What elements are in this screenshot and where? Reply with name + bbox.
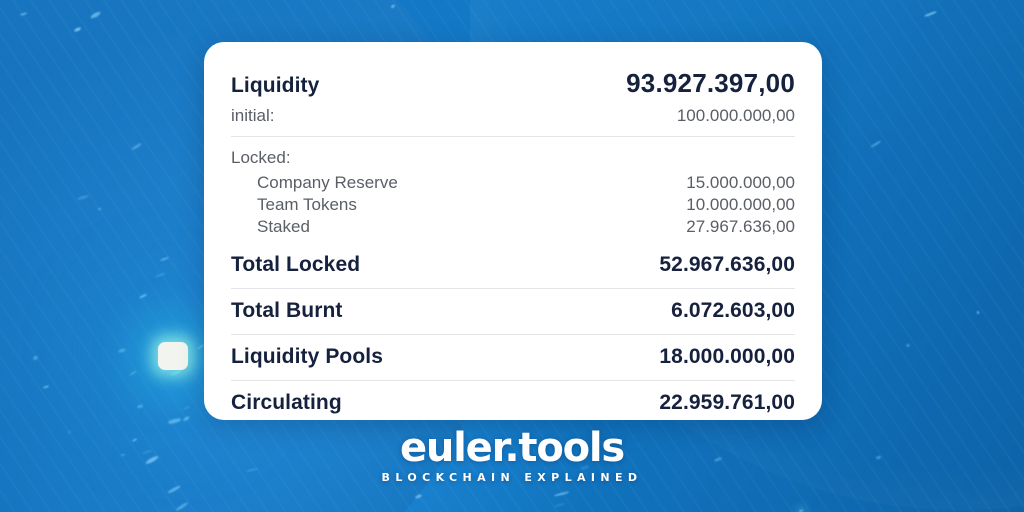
liquidity-row: Liquidity 93.927.397,00 xyxy=(231,68,795,99)
initial-label: initial: xyxy=(231,106,275,125)
initial-value: 100.000.000,00 xyxy=(676,106,795,125)
locked-item-team-tokens: Team Tokens 10.000.000,00 xyxy=(231,195,795,215)
locked-item-label: Company Reserve xyxy=(257,173,398,192)
background-glow-cube xyxy=(158,342,188,370)
brand-logo: euler.tools BLOCKCHAIN EXPLAINED xyxy=(0,428,1024,484)
total-burnt-label: Total Burnt xyxy=(231,299,343,322)
locked-item-value: 10.000.000,00 xyxy=(686,195,795,214)
circulating-label: Circulating xyxy=(231,391,342,414)
locked-item-label: Staked xyxy=(257,217,310,236)
total-locked-value: 52.967.636,00 xyxy=(659,253,795,276)
initial-row: initial: 100.000.000,00 xyxy=(231,106,795,126)
locked-section: Locked: Company Reserve 15.000.000,00 Te… xyxy=(231,137,795,243)
locked-item-label: Team Tokens xyxy=(257,195,357,214)
locked-item-value: 27.967.636,00 xyxy=(686,217,795,236)
locked-title: Locked: xyxy=(231,148,291,167)
liquidity-label: Liquidity xyxy=(231,74,320,97)
liquidity-pools-row: Liquidity Pools 18.000.000,00 xyxy=(231,335,795,380)
circulating-row: Circulating 22.959.761,00 xyxy=(231,381,795,426)
total-locked-row: Total Locked 52.967.636,00 xyxy=(231,243,795,288)
liquidity-pools-value: 18.000.000,00 xyxy=(659,345,795,368)
token-metrics-card: Liquidity 93.927.397,00 initial: 100.000… xyxy=(204,42,822,420)
brand-name: euler.tools xyxy=(399,425,625,471)
locked-item-company-reserve: Company Reserve 15.000.000,00 xyxy=(231,173,795,193)
total-burnt-row: Total Burnt 6.072.603,00 xyxy=(231,289,795,334)
circulating-value: 22.959.761,00 xyxy=(659,391,795,414)
total-burnt-value: 6.072.603,00 xyxy=(671,299,795,322)
brand-tagline: BLOCKCHAIN EXPLAINED xyxy=(381,471,643,484)
liquidity-value: 93.927.397,00 xyxy=(626,68,795,98)
total-locked-label: Total Locked xyxy=(231,253,361,276)
liquidity-pools-label: Liquidity Pools xyxy=(231,345,383,368)
page-background: Liquidity 93.927.397,00 initial: 100.000… xyxy=(0,0,1024,512)
locked-item-staked: Staked 27.967.636,00 xyxy=(231,217,795,237)
locked-item-value: 15.000.000,00 xyxy=(686,173,795,192)
